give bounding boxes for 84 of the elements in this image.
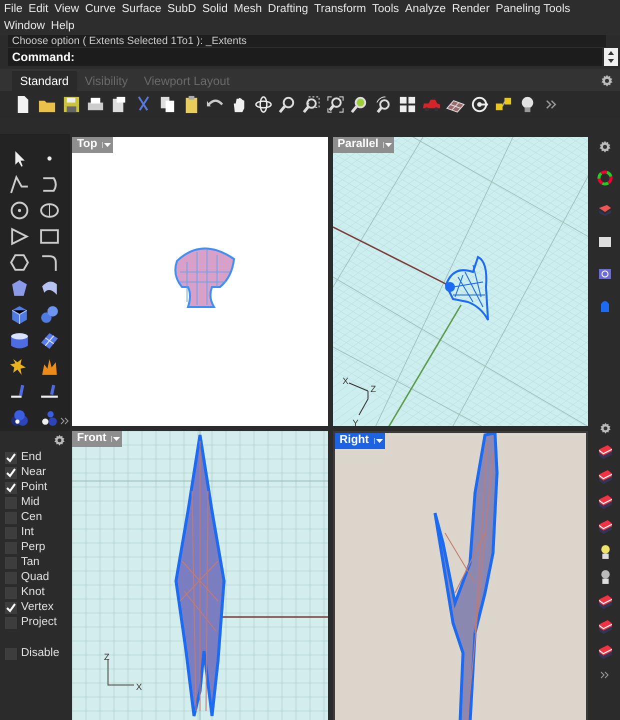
checkbox-label: Mid xyxy=(21,494,40,510)
cylinder-icon[interactable] xyxy=(8,330,30,351)
checkbox-label: Perp xyxy=(21,540,46,555)
viewport-title[interactable]: Right xyxy=(334,433,374,450)
checkbox-label: Project xyxy=(21,614,57,630)
wireframe-model-drawing xyxy=(174,248,235,308)
settings-icon[interactable] xyxy=(598,422,612,435)
menu-item[interactable]: Drafting xyxy=(268,0,308,18)
viewport[interactable]: Right xyxy=(332,431,588,720)
viewport[interactable]: Front Z X xyxy=(72,431,328,720)
checkbox[interactable] xyxy=(5,452,17,464)
circle-icon[interactable] xyxy=(8,200,30,221)
polygon-icon[interactable] xyxy=(8,252,30,273)
menu-item[interactable]: Transform xyxy=(314,0,366,18)
render-icon[interactable] xyxy=(596,443,614,460)
magnifier-icon[interactable] xyxy=(278,95,297,114)
menu-item[interactable]: Window xyxy=(4,18,45,36)
color-wheel-icon[interactable] xyxy=(597,170,613,186)
caret-icon[interactable] xyxy=(111,436,122,442)
menu-item[interactable]: Edit xyxy=(28,0,48,18)
checkbox-label: Vertex xyxy=(21,600,54,615)
scroll-arrows-icon[interactable] xyxy=(604,48,618,66)
menu-item[interactable]: Solid xyxy=(202,0,228,18)
axis-indicator-icon xyxy=(108,658,134,686)
copy-icon[interactable] xyxy=(158,95,177,114)
axis-label: Z xyxy=(104,653,110,662)
magnifier-icon[interactable] xyxy=(326,95,345,114)
four-panes-icon[interactable] xyxy=(398,95,417,114)
checkbox-label: End xyxy=(21,450,42,465)
axis-label: X xyxy=(342,377,349,386)
render-icon[interactable] xyxy=(596,593,614,610)
wireframe-model-drawing xyxy=(444,256,488,321)
checkbox-label: Point xyxy=(21,480,48,495)
checkbox-label: Int xyxy=(21,524,34,540)
checkbox-label: Quad xyxy=(21,570,50,585)
menu-item[interactable]: Render xyxy=(452,0,490,18)
caret-icon[interactable] xyxy=(102,142,114,148)
menu-item[interactable]: Analyze xyxy=(405,0,446,18)
checkbox[interactable] xyxy=(5,466,17,478)
circles-cluster-icon[interactable] xyxy=(8,408,30,429)
command-history: Choose option ( Extents Selected 1To1 ): _Extents xyxy=(8,35,606,47)
checkbox[interactable] xyxy=(5,482,17,494)
viewport-title-tab[interactable]: Right xyxy=(334,433,385,449)
menu-item[interactable]: File xyxy=(4,0,23,18)
panel-icon[interactable] xyxy=(597,234,613,250)
magnifier-icon[interactable] xyxy=(350,95,369,114)
menu-item[interactable]: View xyxy=(54,0,80,18)
render-icon[interactable] xyxy=(596,518,614,535)
menu-item[interactable]: Tools xyxy=(372,0,400,18)
menu-item[interactable]: Curve xyxy=(85,0,116,18)
settings-icon[interactable] xyxy=(598,140,612,154)
rotate-icon[interactable] xyxy=(254,95,273,114)
render-icon[interactable] xyxy=(596,468,614,485)
help-icon[interactable] xyxy=(597,266,613,282)
caret-icon[interactable] xyxy=(374,438,385,444)
checkbox-label: Cen xyxy=(21,510,42,525)
axis-indicator-icon xyxy=(348,382,368,416)
arc-icon[interactable] xyxy=(8,226,30,247)
menu-item[interactable]: Surface xyxy=(122,0,162,18)
target-circle-icon[interactable] xyxy=(470,95,489,114)
viewport[interactable]: Parallel X Z Y xyxy=(332,137,588,426)
axis-label: X xyxy=(136,683,142,692)
render-icon[interactable] xyxy=(596,618,614,635)
checkbox-label: Knot xyxy=(21,584,45,600)
polyline-icon[interactable] xyxy=(8,174,30,195)
render-icon[interactable] xyxy=(596,643,614,660)
caret-icon[interactable] xyxy=(383,142,394,148)
axis-label: Z xyxy=(370,385,376,394)
magnifier-icon[interactable] xyxy=(302,95,321,114)
checkbox-label: Disable xyxy=(21,646,60,661)
checkbox-label: Near xyxy=(21,464,46,480)
checkbox-label: Tan xyxy=(21,554,40,570)
spheres-icon[interactable] xyxy=(38,304,60,325)
layers-icon[interactable] xyxy=(597,202,613,218)
tab[interactable]: Standard xyxy=(12,71,77,91)
double-chevron-icon[interactable] xyxy=(600,670,610,680)
menu-item[interactable]: Paneling Tools xyxy=(496,0,570,18)
menu-item[interactable]: SubD xyxy=(167,0,196,18)
checkbox[interactable] xyxy=(5,602,17,614)
render-icon[interactable] xyxy=(596,493,614,510)
menu-item[interactable]: Mesh xyxy=(234,0,262,18)
settings-icon[interactable] xyxy=(600,74,614,88)
menu-item[interactable]: Help xyxy=(50,18,75,36)
axis-label: Y xyxy=(352,419,359,426)
